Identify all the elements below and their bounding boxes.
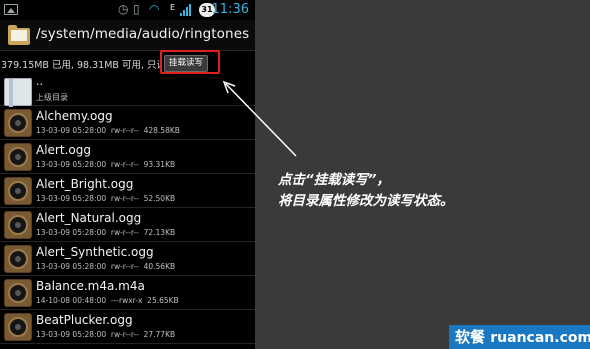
file-name: Balance.m4a.m4a (36, 279, 145, 293)
audio-file-icon (4, 211, 32, 239)
audio-file-icon (4, 313, 32, 341)
file-item[interactable]: Alert_Natural.ogg 13-03-09 05:28:00 rw-r… (0, 208, 255, 242)
file-meta: 13-03-09 05:28:00 rw-r--r-- 40.56KB (36, 262, 176, 271)
file-item[interactable]: Alert_Synthetic.ogg 13-03-09 05:28:00 rw… (0, 242, 255, 276)
file-meta: 13-03-09 05:28:00 rw-r--r-- 52.50KB (36, 194, 176, 203)
file-item[interactable]: Alert.ogg 13-03-09 05:28:00 rw-r--r-- 93… (0, 140, 255, 174)
parent-directory-item[interactable]: .. 上级目录 (0, 75, 255, 107)
watermark-cn: 软餐 (455, 328, 486, 346)
file-item[interactable]: BeatPlucker.ogg 13-03-09 05:28:00 rw-r--… (0, 310, 255, 344)
audio-file-icon (4, 245, 32, 273)
gallery-icon (4, 4, 18, 15)
file-meta: 13-03-09 05:28:00 rw-r--r-- 428.58KB (36, 126, 180, 135)
phone-screen: ◷ ▯ ◠ E 31 11:36 /system/media/audio/rin… (0, 0, 255, 349)
folder-icon (8, 25, 30, 45)
file-name: Alert.ogg (36, 143, 91, 157)
vibrate-icon: ▯ (133, 2, 140, 16)
audio-file-icon (4, 279, 32, 307)
file-meta: 13-03-09 05:28:00 rw-r--r-- 93.31KB (36, 160, 176, 169)
file-name: Alert_Synthetic.ogg (36, 245, 154, 259)
signal-icon (180, 4, 192, 16)
file-name: .. (36, 75, 43, 88)
wifi-icon: ◠ (149, 2, 160, 16)
file-item[interactable]: Alert_Bright.ogg 13-03-09 05:28:00 rw-r-… (0, 174, 255, 208)
highlight-box (160, 50, 220, 74)
path-bar: /system/media/audio/ringtones (0, 20, 255, 51)
file-meta: 13-03-09 05:28:00 rw-r--r-- 72.13KB (36, 228, 176, 237)
storage-info: 379.15MB 已用, 98.31MB 可用, 只读 (1, 60, 161, 71)
parent-folder-icon (4, 78, 32, 107)
audio-file-icon (4, 109, 32, 137)
annotation-line-1: 点击“挂载读写”， (278, 172, 390, 188)
audio-file-icon (4, 177, 32, 205)
file-name: BeatPlucker.ogg (36, 313, 133, 327)
network-type-label: E (170, 3, 176, 12)
file-list: .. 上级目录 Alchemy.ogg 13-03-09 05:28:00 rw… (0, 75, 255, 344)
file-name: Alchemy.ogg (36, 109, 113, 123)
watermark: 软餐 ruancan.com (449, 325, 590, 349)
audio-file-icon (4, 143, 32, 171)
file-item[interactable]: Alchemy.ogg 13-03-09 05:28:00 rw-r--r-- … (0, 106, 255, 140)
clock: 11:36 (211, 2, 249, 17)
file-meta: 上级目录 (36, 93, 68, 102)
annotation-line-2: 将目录属性修改为读写状态。 (278, 193, 454, 209)
file-item[interactable]: Balance.m4a.m4a 14-10-08 00:48:00 ---rwx… (0, 276, 255, 310)
file-meta: 14-10-08 00:48:00 ---rwxr-x 25.65KB (36, 296, 179, 305)
file-meta: 13-03-09 05:28:00 rw-r--r-- 27.77KB (36, 330, 176, 339)
status-bar: ◷ ▯ ◠ E 31 11:36 (0, 0, 255, 20)
file-name: Alert_Bright.ogg (36, 177, 134, 191)
watermark-en: ruancan.com (490, 330, 590, 346)
current-path: /system/media/audio/ringtones (36, 26, 250, 42)
annotation-text: 点击“挂载读写”， 将目录属性修改为读写状态。 (278, 170, 454, 212)
file-name: Alert_Natural.ogg (36, 211, 142, 225)
alarm-icon: ◷ (118, 2, 129, 16)
